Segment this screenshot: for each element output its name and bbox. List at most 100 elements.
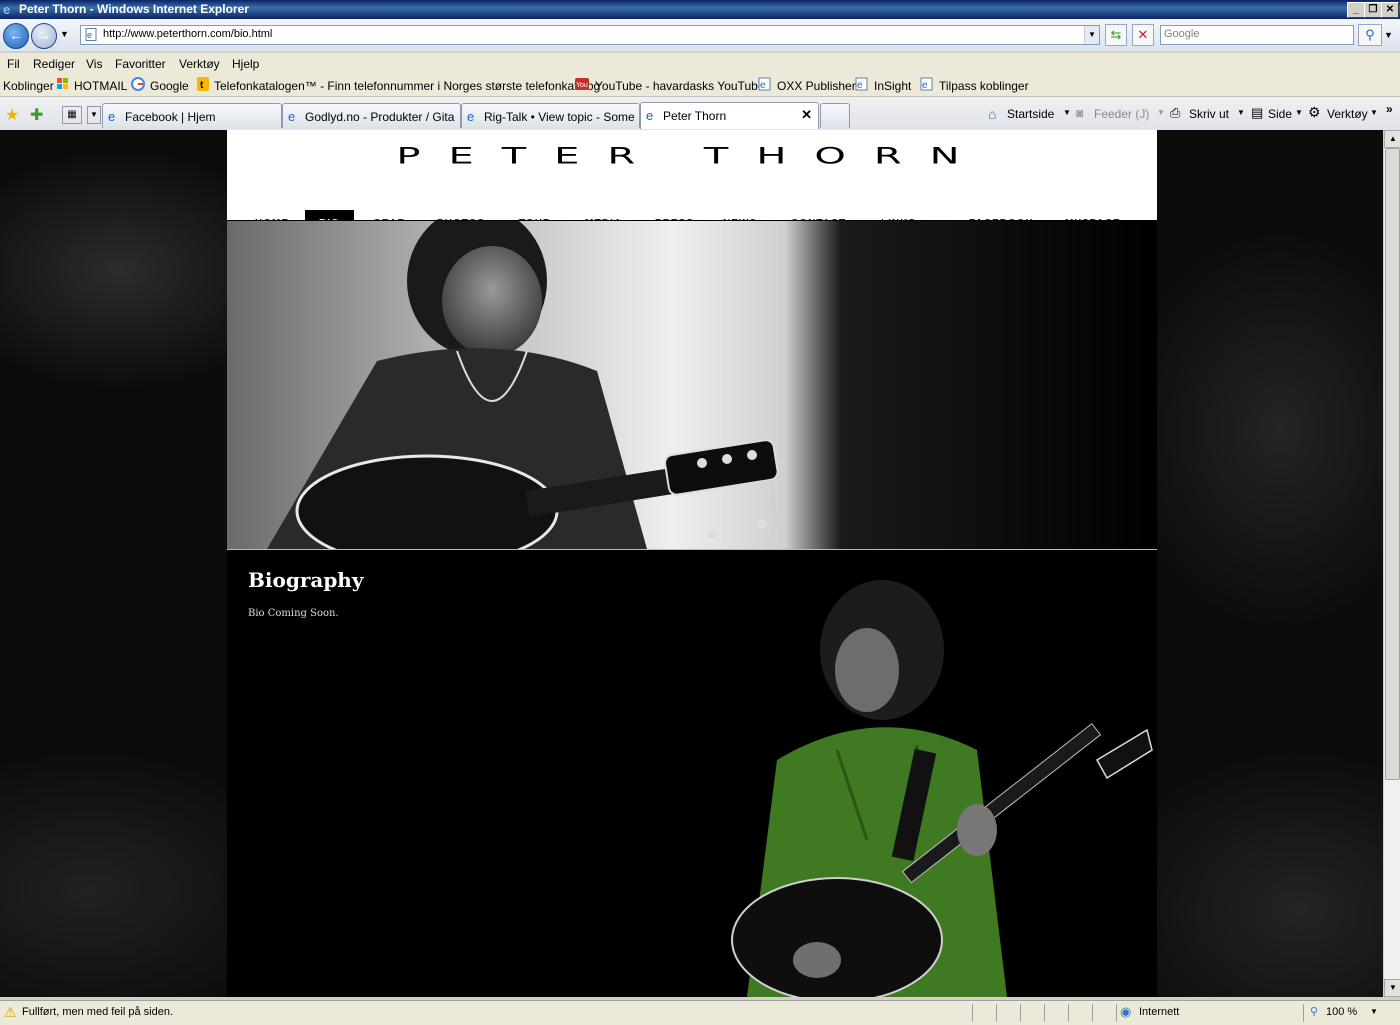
tab-rig-talk[interactable]: e Rig-Talk • View topic - Some ... (461, 103, 640, 128)
nav-bio[interactable]: BIO (305, 210, 354, 220)
zoom-dropdown-icon[interactable]: ▼ (1370, 1007, 1378, 1016)
nav-photos[interactable]: PHOTOS (437, 210, 485, 220)
history-dropdown-icon[interactable]: ▼ (60, 29, 69, 39)
site-header: PETER THORN HOME BIO GEAR PHOTOS TOUR ME… (227, 130, 1157, 220)
menu-help[interactable]: Hjelp (232, 57, 259, 71)
link-oxx-publisher[interactable]: OXX Publisher (777, 79, 856, 93)
zoom-level[interactable]: 100 % (1326, 1006, 1357, 1018)
close-window-button[interactable]: ✕ (1381, 2, 1399, 18)
warning-icon[interactable]: ⚠ (4, 1004, 17, 1021)
site-logo[interactable]: PETER THORN (227, 136, 1157, 180)
links-bar: Koblinger HOTMAIL Google t Telefonkatalo… (0, 74, 1400, 97)
google-icon (131, 77, 145, 91)
status-divider (1092, 1004, 1093, 1022)
search-input[interactable]: Google (1160, 25, 1354, 45)
home-icon[interactable]: ⌂ (988, 106, 996, 122)
tab-list-dropdown-icon[interactable]: ▼ (87, 106, 101, 124)
feeds-dropdown-icon[interactable]: ▼ (1157, 108, 1165, 117)
tab-facebook[interactable]: e Facebook | Hjem (102, 103, 282, 128)
print-dropdown-icon[interactable]: ▼ (1237, 108, 1245, 117)
browser-viewport: PETER THORN HOME BIO GEAR PHOTOS TOUR ME… (0, 130, 1383, 997)
refresh-button[interactable]: ⇆ (1105, 24, 1127, 46)
status-divider (972, 1004, 973, 1022)
ie-page-icon: e (467, 109, 474, 123)
tab-bar: ★ ✚ ▦ ▼ e Facebook | Hjem e Godlyd.no - … (0, 97, 1400, 131)
feeds-icon: ◙ (1076, 106, 1084, 120)
menu-file[interactable]: Fil (7, 57, 20, 71)
tools-menu-button[interactable]: Verktøy (1327, 107, 1368, 121)
bio-text: Bio Coming Soon. (248, 608, 339, 619)
guitarist-green-shirt-image (707, 580, 1157, 997)
menu-view[interactable]: Vis (86, 57, 102, 71)
tab-godlyd[interactable]: e Godlyd.no - Produkter / Gita... (282, 103, 461, 128)
forward-button[interactable]: → (31, 23, 57, 49)
nav-home[interactable]: HOME (255, 210, 289, 220)
scrollbar-thumb[interactable] (1385, 148, 1400, 780)
nav-press[interactable]: PRESS (655, 210, 694, 220)
tab-label: Facebook | Hjem (125, 110, 216, 124)
svg-text:e: e (288, 109, 295, 123)
nav-facebook[interactable]: FACEBOOK (969, 210, 1034, 220)
search-icon[interactable]: ⚲ (1358, 24, 1382, 46)
add-favorite-icon[interactable]: ✚ (30, 105, 43, 125)
scroll-down-icon[interactable]: ▼ (1384, 979, 1400, 997)
svg-text:e: e (87, 30, 92, 40)
minimize-button[interactable]: _ (1347, 2, 1365, 18)
page-title: Biography (248, 568, 364, 592)
close-tab-icon[interactable]: ✕ (801, 107, 812, 123)
link-hotmail[interactable]: HOTMAIL (74, 79, 127, 93)
address-field[interactable]: e http://www.peterthorn.com/bio.html ▼ (80, 25, 1100, 45)
search-options-dropdown-icon[interactable]: ▼ (1384, 30, 1393, 40)
ie-page-icon: e (288, 109, 295, 123)
nav-news[interactable]: NEWS (723, 210, 757, 220)
guitarist-photo-image (267, 221, 779, 549)
feeds-button[interactable]: Feeder (J) (1094, 107, 1149, 121)
menu-favorites[interactable]: Favoritter (115, 57, 166, 71)
svg-text:e: e (922, 80, 928, 91)
svg-text:e: e (857, 80, 863, 91)
back-button[interactable]: ← (3, 23, 29, 49)
address-dropdown-icon[interactable]: ▼ (1084, 26, 1099, 44)
nav-myspace[interactable]: MYSPACE (1065, 210, 1121, 220)
nav-links[interactable]: LINKS (881, 210, 916, 220)
new-tab-button[interactable] (820, 103, 850, 128)
link-customize[interactable]: Tilpass koblinger (939, 79, 1029, 93)
svg-text:e: e (3, 2, 10, 16)
nav-tour[interactable]: TOUR (519, 210, 551, 220)
tab-peter-thorn[interactable]: e Peter Thorn ✕ (640, 102, 819, 129)
globe-icon: ◉ (1120, 1004, 1132, 1019)
ie-page-icon: e (855, 77, 868, 91)
home-dropdown-icon[interactable]: ▼ (1063, 108, 1071, 117)
nav-media[interactable]: MEDIA (585, 210, 622, 220)
link-telefonkatalogen[interactable]: Telefonkatalogen™ - Finn telefonnummer i… (214, 79, 600, 93)
favorites-star-icon[interactable]: ★ (5, 105, 19, 125)
printer-icon: ⎙ (1170, 105, 1181, 120)
link-google[interactable]: Google (150, 79, 189, 93)
print-button[interactable]: Skriv ut (1189, 107, 1229, 121)
more-chevron-icon[interactable]: » (1386, 102, 1393, 116)
tools-dropdown-icon[interactable]: ▼ (1370, 108, 1378, 117)
scroll-up-icon[interactable]: ▲ (1384, 130, 1400, 148)
status-divider (1044, 1004, 1045, 1022)
ie-logo-icon: e (3, 2, 10, 16)
quick-tabs-icon[interactable]: ▦ (62, 106, 82, 124)
security-zone: Internett (1139, 1006, 1180, 1018)
home-button[interactable]: Startside (1007, 107, 1054, 121)
restore-button[interactable]: ❐ (1364, 2, 1382, 18)
page-dropdown-icon[interactable]: ▼ (1295, 108, 1303, 117)
vertical-scrollbar[interactable]: ▲ ▼ (1383, 130, 1400, 997)
status-bar: ⚠ Fullført, men med feil på siden. ◉ Int… (0, 1000, 1400, 1025)
menu-tools[interactable]: Verktøy (179, 57, 220, 71)
search-placeholder: Google (1164, 28, 1200, 40)
nav-gear[interactable]: GEAR (373, 210, 406, 220)
nav-contact[interactable]: CONTACT (791, 210, 846, 220)
link-youtube[interactable]: YouTube - havardasks YouTube (595, 79, 764, 93)
link-insight[interactable]: InSight (874, 79, 911, 93)
page-icon: e (85, 28, 97, 41)
stop-button[interactable]: ✕ (1132, 24, 1154, 46)
page-menu-button[interactable]: Side (1268, 107, 1292, 121)
hero-photo (227, 221, 1157, 549)
menu-edit[interactable]: Rediger (33, 57, 75, 71)
ie-page-icon: e (758, 77, 771, 91)
ie-page-icon: e (920, 77, 933, 91)
